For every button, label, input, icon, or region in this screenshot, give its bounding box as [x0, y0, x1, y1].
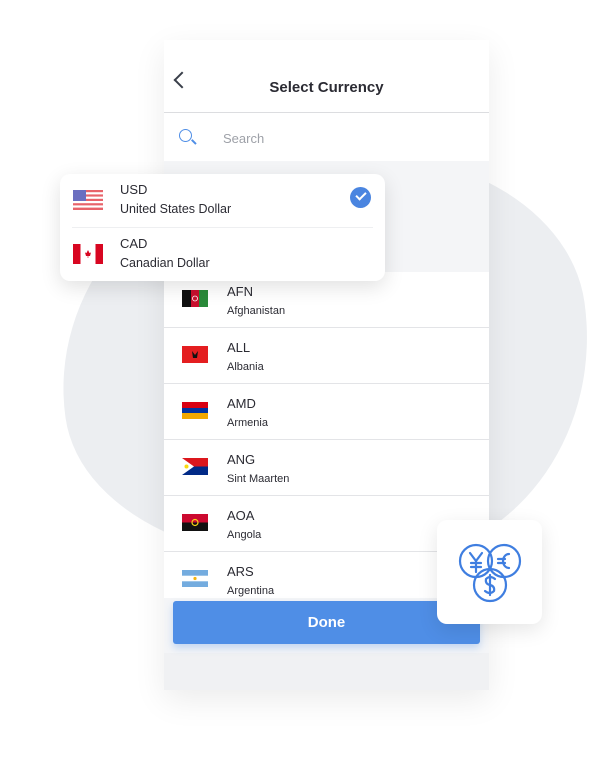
currency-code: ANG	[227, 452, 256, 467]
currency-name: Angola	[227, 529, 262, 541]
search-placeholder: Search	[223, 131, 265, 146]
armenia-flag-icon	[182, 402, 208, 419]
currency-name: Afghanistan	[227, 305, 286, 317]
currency-code: ARS	[227, 564, 254, 579]
search-icon	[179, 129, 192, 142]
currency-name: Argentina	[227, 585, 275, 597]
selected-item-cad[interactable]: CAD Canadian Dollar	[60, 228, 385, 281]
selected-item-usd[interactable]: USD United States Dollar	[60, 174, 385, 227]
bottom-bar	[164, 653, 489, 690]
argentina-flag-icon	[182, 570, 208, 587]
currency-code: AOA	[227, 508, 255, 523]
list-item[interactable]: ALL Albania	[164, 328, 489, 384]
albania-flag-icon	[182, 346, 208, 363]
currency-name: United States Dollar	[120, 202, 232, 216]
selected-currencies-card: USD United States Dollar CAD Canadian Do…	[60, 174, 385, 281]
us-flag-icon	[73, 190, 103, 210]
currency-name: Armenia	[227, 417, 268, 429]
afghanistan-flag-icon	[182, 290, 208, 307]
search-input[interactable]: Search	[164, 113, 489, 161]
list-item[interactable]: AMD Armenia	[164, 384, 489, 440]
checkmark-icon	[350, 187, 371, 208]
currency-name: Canadian Dollar	[120, 256, 210, 270]
currency-code: ALL	[227, 340, 251, 355]
currency-code: AMD	[227, 396, 256, 411]
header: Select Currency	[164, 40, 489, 113]
list-item[interactable]: ANG Sint Maarten	[164, 440, 489, 496]
canada-flag-icon	[73, 244, 103, 264]
currency-code: AFN	[227, 284, 253, 299]
currency-code: USD	[120, 182, 148, 197]
currency-exchange-icon	[458, 543, 522, 603]
currency-code: CAD	[120, 236, 148, 251]
currency-exchange-badge	[437, 520, 542, 624]
angola-flag-icon	[182, 514, 208, 531]
currency-name: Sint Maarten	[227, 473, 290, 485]
page-title: Select Currency	[269, 79, 384, 96]
currency-name: Albania	[227, 361, 264, 373]
done-button[interactable]: Done	[173, 601, 480, 644]
sint-maarten-flag-icon	[182, 458, 208, 475]
